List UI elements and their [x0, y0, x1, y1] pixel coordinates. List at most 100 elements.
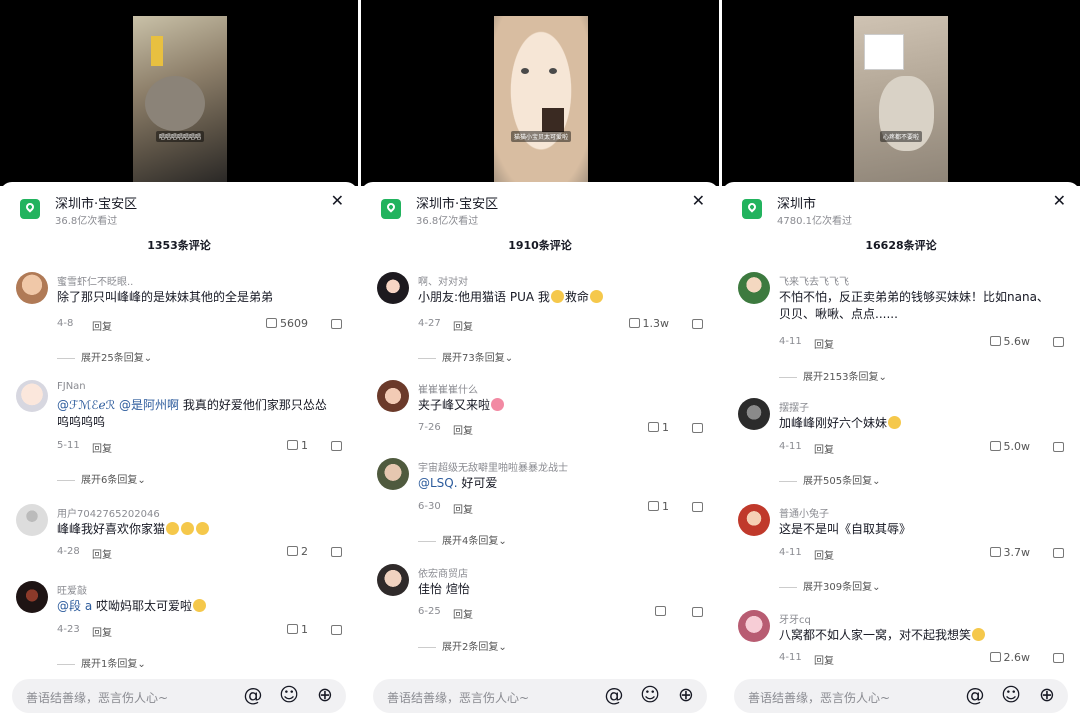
- comment-input[interactable]: 善语结善缘，恶言伤人心~ @ ☺ ⊕: [373, 679, 707, 713]
- thumbs-down-icon[interactable]: [1053, 653, 1064, 663]
- like-button[interactable]: 3.7w: [989, 546, 1030, 559]
- like-button[interactable]: [655, 605, 669, 618]
- comment-mention[interactable]: @LSQ.: [418, 476, 458, 490]
- avatar[interactable]: [377, 458, 409, 490]
- avatar[interactable]: [16, 581, 48, 613]
- expand-replies[interactable]: 展开2条回复⌄: [418, 638, 507, 653]
- comment-date: 4-11: [779, 336, 802, 347]
- expand-replies[interactable]: 展开25条回复⌄: [57, 349, 152, 364]
- comment-input[interactable]: 善语结善缘，恶言伤人心~ @ ☺ ⊕: [734, 679, 1068, 713]
- like-button[interactable]: 5.6w: [989, 335, 1030, 348]
- location-title[interactable]: 深圳市·宝安区: [416, 193, 498, 212]
- reply-button[interactable]: 回复: [453, 422, 473, 437]
- thumbs-down-icon[interactable]: [1053, 337, 1064, 347]
- close-icon[interactable]: ✕: [692, 191, 705, 210]
- video-player[interactable]: 唱唱唱唱唱唱唱: [0, 0, 358, 186]
- reply-button[interactable]: 回复: [814, 441, 834, 456]
- like-button[interactable]: 2: [287, 545, 308, 558]
- add-icon[interactable]: ⊕: [314, 684, 336, 706]
- like-button[interactable]: 5.0w: [989, 440, 1030, 453]
- reply-button[interactable]: 回复: [92, 624, 112, 639]
- reply-button[interactable]: 回复: [453, 501, 473, 516]
- comment-username[interactable]: 啊、对对对: [418, 273, 468, 288]
- comment-username[interactable]: 蜜雪虾仁不眨眼..: [57, 273, 133, 288]
- thumbs-down-icon[interactable]: [331, 319, 342, 329]
- reply-button[interactable]: 回复: [92, 546, 112, 561]
- comment-username[interactable]: 依宏商贸店: [418, 565, 468, 580]
- comment-mention[interactable]: @ℱℳℰℯℛ @是阿州啊: [57, 398, 179, 412]
- avatar[interactable]: [738, 398, 770, 430]
- location-title[interactable]: 深圳市: [777, 193, 816, 212]
- like-button[interactable]: 1: [648, 500, 669, 513]
- reply-button[interactable]: 回复: [92, 440, 112, 455]
- input-placeholder: 善语结善缘，恶言伤人心~: [748, 691, 891, 705]
- add-icon[interactable]: ⊕: [675, 684, 697, 706]
- comment-mention[interactable]: @段 a: [57, 599, 92, 613]
- comment-input[interactable]: 善语结善缘，恶言伤人心~ @ ☺ ⊕: [12, 679, 346, 713]
- comment-username[interactable]: 普通小兔子: [779, 505, 829, 520]
- video-player[interactable]: 猫猫小宝贝太可爱啦: [361, 0, 719, 186]
- expand-replies[interactable]: 展开2153条回复⌄: [779, 368, 887, 383]
- close-icon[interactable]: ✕: [1053, 191, 1066, 210]
- avatar[interactable]: [377, 272, 409, 304]
- comment-username[interactable]: 摆摆子: [779, 399, 809, 414]
- at-mention-icon[interactable]: @: [964, 684, 986, 706]
- comment-username[interactable]: 崔崔崔崔什么: [418, 381, 478, 396]
- reply-button[interactable]: 回复: [814, 547, 834, 562]
- avatar[interactable]: [16, 380, 48, 412]
- like-count: 1: [662, 500, 669, 513]
- at-mention-icon[interactable]: @: [242, 684, 264, 706]
- comment-username[interactable]: 牙牙cq: [779, 611, 811, 626]
- video-player[interactable]: 心疼都不要啦: [722, 0, 1080, 186]
- like-button[interactable]: 1.3w: [628, 317, 669, 330]
- thumbs-down-icon[interactable]: [692, 319, 703, 329]
- comment-text: @段 a 哎呦妈耶太可爱啦: [57, 598, 327, 615]
- reply-button[interactable]: 回复: [814, 652, 834, 667]
- close-icon[interactable]: ✕: [331, 191, 344, 210]
- thumbs-down-icon[interactable]: [331, 625, 342, 635]
- expand-replies[interactable]: 展开4条回复⌄: [418, 532, 507, 547]
- thumbs-down-icon[interactable]: [331, 547, 342, 557]
- like-button[interactable]: 1: [287, 623, 308, 636]
- at-mention-icon[interactable]: @: [603, 684, 625, 706]
- comment-panel-1: 唱唱唱唱唱唱唱 深圳市·宝安区 36.8亿次看过 ✕ 1353条评论 蜜雪虾仁不…: [0, 0, 358, 720]
- avatar[interactable]: [738, 272, 770, 304]
- reply-button[interactable]: 回复: [453, 318, 473, 333]
- location-title[interactable]: 深圳市·宝安区: [55, 193, 137, 212]
- emoji-picker-icon[interactable]: ☺: [278, 684, 300, 706]
- thumbs-down-icon[interactable]: [331, 441, 342, 451]
- comment-username[interactable]: 飞来飞去飞飞飞: [779, 273, 849, 288]
- comment-username[interactable]: 用户7042765202046: [57, 505, 160, 520]
- thumbs-down-icon[interactable]: [1053, 548, 1064, 558]
- expand-replies[interactable]: 展开73条回复⌄: [418, 349, 513, 364]
- thumbs-down-icon[interactable]: [692, 502, 703, 512]
- emoji-picker-icon[interactable]: ☺: [639, 684, 661, 706]
- like-button[interactable]: 1: [287, 439, 308, 452]
- reply-button[interactable]: 回复: [92, 318, 112, 333]
- avatar[interactable]: [16, 504, 48, 536]
- avatar[interactable]: [377, 380, 409, 412]
- comment-username[interactable]: FJNan: [57, 381, 86, 392]
- emoji-picker-icon[interactable]: ☺: [1000, 684, 1022, 706]
- like-button[interactable]: 2.6w: [989, 651, 1030, 664]
- avatar[interactable]: [738, 610, 770, 642]
- avatar[interactable]: [738, 504, 770, 536]
- like-button[interactable]: 1: [648, 421, 669, 434]
- comment-username[interactable]: 旺爱敲: [57, 582, 87, 597]
- comment-username[interactable]: 宇宙超级无敌噼里啪啦暴暴龙战士: [418, 459, 568, 474]
- comment-text: @ℱℳℰℯℛ @是阿州啊 我真的好爱他们家那只怂怂呜呜呜呜: [57, 397, 327, 431]
- reply-button[interactable]: 回复: [814, 336, 834, 351]
- expand-replies[interactable]: 展开309条回复⌄: [779, 578, 880, 593]
- like-button[interactable]: 5609: [266, 317, 308, 330]
- thumbs-up-icon: [655, 606, 666, 616]
- thumbs-down-icon[interactable]: [692, 607, 703, 617]
- thumbs-down-icon[interactable]: [1053, 442, 1064, 452]
- expand-replies[interactable]: 展开505条回复⌄: [779, 472, 880, 487]
- add-icon[interactable]: ⊕: [1036, 684, 1058, 706]
- expand-replies[interactable]: 展开6条回复⌄: [57, 471, 146, 486]
- expand-replies[interactable]: 展开1条回复⌄: [57, 655, 146, 670]
- reply-button[interactable]: 回复: [453, 606, 473, 621]
- avatar[interactable]: [16, 272, 48, 304]
- avatar[interactable]: [377, 564, 409, 596]
- thumbs-down-icon[interactable]: [692, 423, 703, 433]
